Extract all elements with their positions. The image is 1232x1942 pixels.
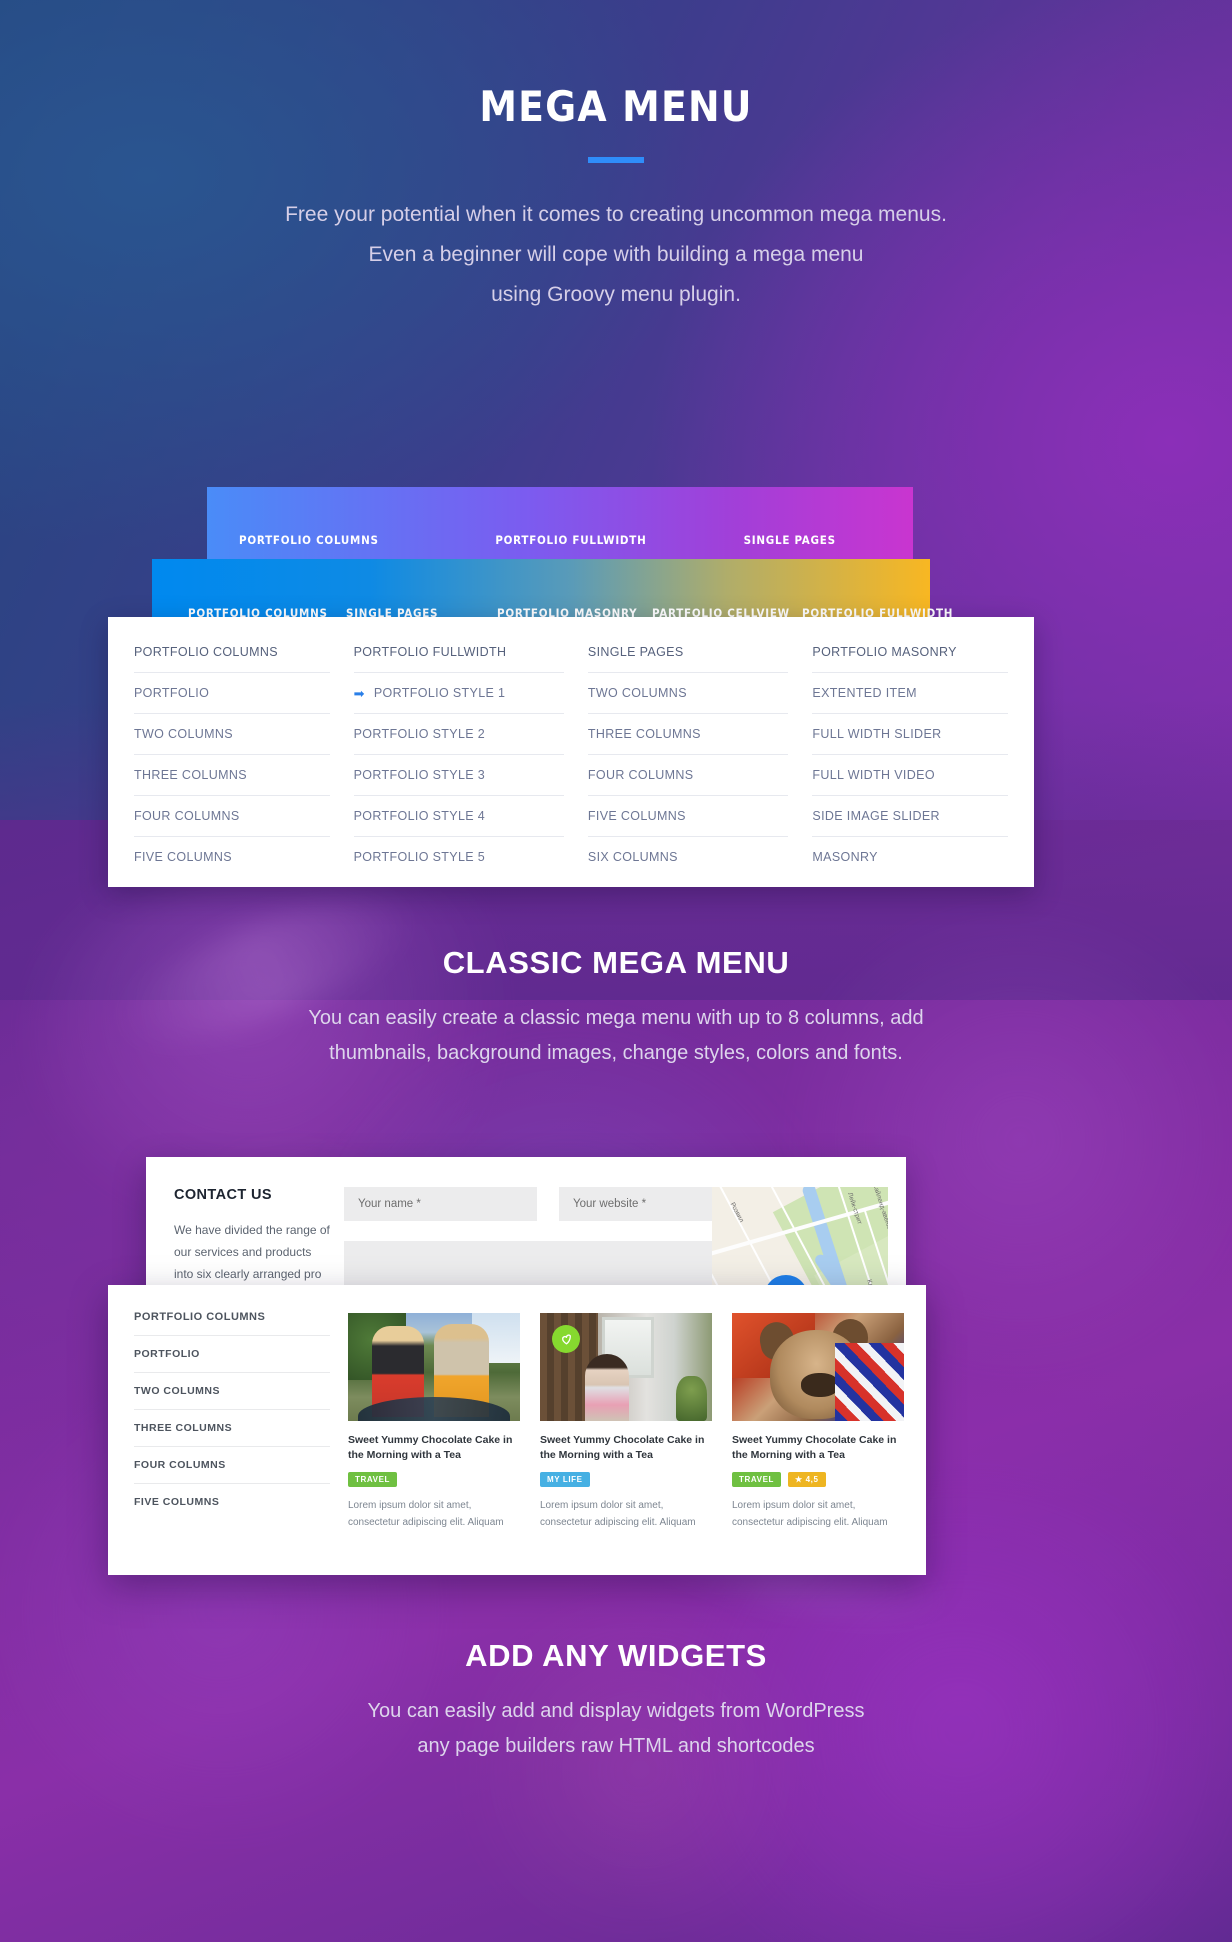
card-tag-rating[interactable]: ★ 4,5 bbox=[788, 1472, 826, 1487]
dropdown-link-label: PORTFOLIO STYLE 1 bbox=[373, 686, 506, 700]
card-thumbnail[interactable] bbox=[540, 1313, 712, 1421]
subtitle-line-1: You can easily create a classic mega men… bbox=[308, 1007, 924, 1029]
your-name-input[interactable] bbox=[344, 1187, 537, 1221]
dropdown-link[interactable]: FIVE COLUMNS bbox=[134, 836, 330, 877]
card-photo-girls-bicycle bbox=[348, 1313, 520, 1421]
dropdown-link[interactable]: PORTFOLIO STYLE 5 bbox=[353, 836, 564, 877]
column-heading: PORTFOLIO FULLWIDTH bbox=[353, 645, 507, 659]
dropdown-link[interactable]: TWO COLUMNS bbox=[587, 672, 789, 713]
dropdown-link[interactable]: THREE COLUMNS bbox=[587, 713, 789, 754]
dropdown-column-portfolio-columns: PORTFOLIO COLUMNS PORTFOLIO TWO COLUMNS … bbox=[134, 645, 330, 887]
contact-field-row bbox=[344, 1187, 752, 1221]
dropdown-link[interactable]: MASONRY bbox=[812, 836, 1008, 877]
card-photo-bulldog bbox=[732, 1313, 904, 1421]
subtitle-line-1: You can easily add and display widgets f… bbox=[367, 1700, 865, 1722]
card-title[interactable]: Sweet Yummy Chocolate Cake in the Mornin… bbox=[732, 1433, 904, 1463]
card-thumbnail[interactable] bbox=[348, 1313, 520, 1421]
menu-item-portfolio-columns[interactable]: PORTFOLIO COLUMNS bbox=[239, 533, 464, 561]
column-heading: PORTFOLIO COLUMNS bbox=[134, 645, 278, 659]
subtitle-line-1: Free your potential when it comes to cre… bbox=[285, 203, 947, 226]
sidebar-heading: PORTFOLIO COLUMNS bbox=[134, 1311, 266, 1323]
add-any-widgets-section-header: ADD ANY WIDGETS You can easily add and d… bbox=[0, 1638, 1232, 1764]
dropdown-link[interactable]: FOUR COLUMNS bbox=[134, 795, 330, 836]
column-heading: SINGLE PAGES bbox=[587, 645, 684, 659]
dropdown-link[interactable]: FIVE COLUMNS bbox=[587, 795, 789, 836]
dropdown-link[interactable]: THREE COLUMNS bbox=[134, 754, 330, 795]
card-tag-my-life[interactable]: MY LIFE bbox=[540, 1472, 590, 1487]
sidebar-item-four-columns[interactable]: FOUR COLUMNS bbox=[134, 1446, 330, 1483]
dropdown-link[interactable]: EXTENTED ITEM bbox=[812, 672, 1008, 713]
dropdown-link[interactable]: PORTFOLIO bbox=[134, 672, 330, 713]
contact-title: CONTACT US bbox=[174, 1187, 272, 1203]
dropdown-link[interactable]: SIX COLUMNS bbox=[587, 836, 789, 877]
dropdown-column-portfolio-masonry: PORTFOLIO MASONRY EXTENTED ITEM FULL WID… bbox=[812, 645, 1008, 887]
menu-item-label: PORTFOLIO FULLWIDTH bbox=[495, 533, 647, 547]
dropdown-link[interactable]: FULL WIDTH SLIDER bbox=[812, 713, 1008, 754]
card-tag-list: TRAVEL bbox=[348, 1472, 520, 1487]
dropdown-link[interactable]: SIDE IMAGE SLIDER bbox=[812, 795, 1008, 836]
sidebar-item-two-columns[interactable]: TWO COLUMNS bbox=[134, 1372, 330, 1409]
section-subtitle: You can easily create a classic mega men… bbox=[0, 1001, 1232, 1071]
sidebar-item-three-columns[interactable]: THREE COLUMNS bbox=[134, 1409, 330, 1446]
card-title[interactable]: Sweet Yummy Chocolate Cake in the Mornin… bbox=[348, 1433, 520, 1463]
subtitle-line-2: Even a beginner will cope with building … bbox=[368, 243, 864, 266]
card-excerpt: Lorem ipsum dolor sit amet, consectetur … bbox=[348, 1500, 504, 1528]
arrow-right-icon: ➡ bbox=[353, 685, 365, 701]
menu-item-label: SINGLE PAGES bbox=[743, 533, 836, 547]
dropdown-link-active[interactable]: ➡ PORTFOLIO STYLE 1 bbox=[353, 672, 564, 713]
blog-card[interactable]: Sweet Yummy Chocolate Cake in the Mornin… bbox=[540, 1313, 712, 1575]
card-title[interactable]: Sweet Yummy Chocolate Cake in the Mornin… bbox=[540, 1433, 712, 1463]
card-tag-list: MY LIFE bbox=[540, 1472, 712, 1487]
dropdown-link[interactable]: FULL WIDTH VIDEO bbox=[812, 754, 1008, 795]
dropdown-link[interactable]: FOUR COLUMNS bbox=[587, 754, 789, 795]
widget-sidebar-menu: PORTFOLIO COLUMNS PORTFOLIO TWO COLUMNS … bbox=[134, 1311, 330, 1575]
menu-item-label: PORTFOLIO COLUMNS bbox=[239, 533, 379, 547]
dropdown-column-single-pages: SINGLE PAGES TWO COLUMNS THREE COLUMNS F… bbox=[587, 645, 789, 887]
subtitle-line-2: thumbnails, background images, change st… bbox=[329, 1042, 903, 1064]
card-tag-travel[interactable]: TRAVEL bbox=[732, 1472, 782, 1487]
sidebar-item-portfolio[interactable]: PORTFOLIO bbox=[134, 1335, 330, 1372]
title-underline-rule bbox=[588, 157, 644, 163]
sidebar-item-five-columns[interactable]: FIVE COLUMNS bbox=[134, 1483, 330, 1520]
menu-item-portfolio-fullwidth[interactable]: PORTFOLIO FULLWIDTH bbox=[495, 533, 712, 561]
card-tag-travel[interactable]: TRAVEL bbox=[348, 1472, 398, 1487]
blog-card[interactable]: Sweet Yummy Chocolate Cake in the Mornin… bbox=[348, 1313, 520, 1575]
mega-menu-section-header: MEGA MENU Free your potential when it co… bbox=[0, 82, 1232, 315]
heart-icon[interactable] bbox=[552, 1325, 580, 1353]
dropdown-link[interactable]: PORTFOLIO STYLE 4 bbox=[353, 795, 564, 836]
page-title: MEGA MENU bbox=[479, 82, 753, 131]
contact-description: We have divided the range of our service… bbox=[174, 1223, 330, 1281]
section-title: CLASSIC MEGA MENU bbox=[442, 945, 790, 980]
card-excerpt: Lorem ipsum dolor sit amet, consectetur … bbox=[732, 1500, 888, 1528]
menu-item-single-pages[interactable]: SINGLE PAGES bbox=[743, 533, 913, 561]
card-excerpt: Lorem ipsum dolor sit amet, consectetur … bbox=[540, 1500, 696, 1528]
dropdown-column-portfolio-fullwidth: PORTFOLIO FULLWIDTH ➡ PORTFOLIO STYLE 1 … bbox=[353, 645, 564, 887]
mega-menu-subtitle: Free your potential when it comes to cre… bbox=[0, 195, 1232, 315]
classic-mega-menu-section-header: CLASSIC MEGA MENU You can easily create … bbox=[0, 945, 1232, 1071]
dropdown-link[interactable]: TWO COLUMNS bbox=[134, 713, 330, 754]
widget-card-list: Sweet Yummy Chocolate Cake in the Mornin… bbox=[348, 1311, 904, 1575]
subtitle-line-2: any page builders raw HTML and shortcode… bbox=[417, 1735, 815, 1757]
column-heading: PORTFOLIO MASONRY bbox=[812, 645, 957, 659]
mega-menu-dropdown-panel: PORTFOLIO COLUMNS PORTFOLIO TWO COLUMNS … bbox=[108, 617, 1034, 887]
dropdown-link[interactable]: PORTFOLIO STYLE 2 bbox=[353, 713, 564, 754]
blog-card[interactable]: Sweet Yummy Chocolate Cake in the Mornin… bbox=[732, 1313, 904, 1575]
card-thumbnail[interactable] bbox=[732, 1313, 904, 1421]
section-subtitle: You can easily add and display widgets f… bbox=[0, 1694, 1232, 1764]
dropdown-link[interactable]: PORTFOLIO STYLE 3 bbox=[353, 754, 564, 795]
widget-dropdown-panel: PORTFOLIO COLUMNS PORTFOLIO TWO COLUMNS … bbox=[108, 1285, 926, 1575]
subtitle-line-3: using Groovy menu plugin. bbox=[491, 283, 741, 306]
card-tag-list: TRAVEL ★ 4,5 bbox=[732, 1472, 904, 1487]
section-title: ADD ANY WIDGETS bbox=[465, 1638, 767, 1673]
